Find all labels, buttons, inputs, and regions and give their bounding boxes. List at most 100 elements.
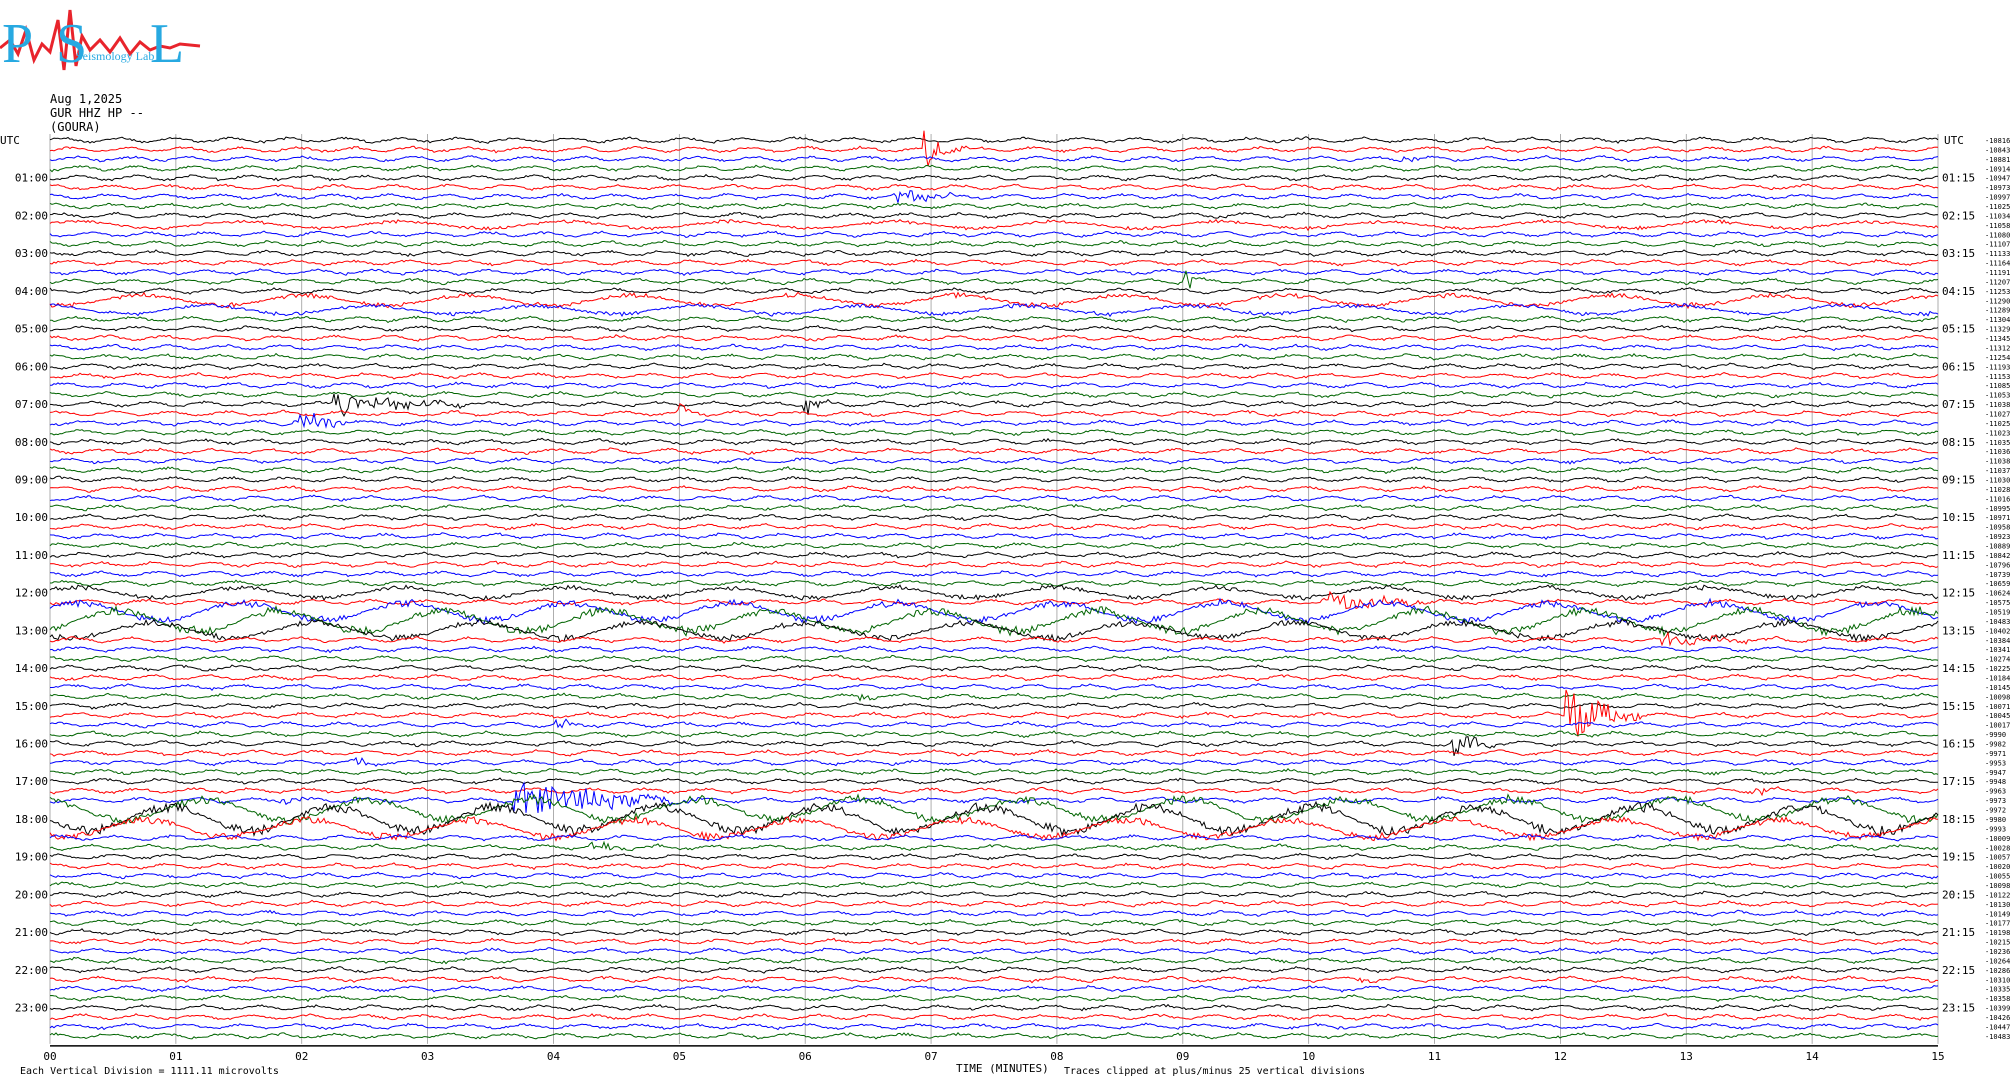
trace-offset-label: -10947 (1985, 175, 2010, 183)
seismic-trace (49, 692, 1939, 702)
trace-offset-label: -10384 (1985, 637, 2010, 645)
trace-offset-label: -11304 (1985, 316, 2010, 324)
seismic-trace (49, 522, 1939, 531)
trace-offset-label: -10816 (1985, 137, 2010, 145)
seismic-trace (49, 984, 1939, 993)
seismic-trace (49, 852, 1939, 861)
x-tick-label: 00 (43, 1050, 56, 1063)
seismic-trace (49, 334, 1939, 342)
seismic-trace (49, 268, 1939, 276)
seismic-trace (49, 664, 1939, 672)
trace-offset-label: -10842 (1985, 552, 2010, 560)
seismic-trace (49, 475, 1939, 484)
trace-offset-label: -11289 (1985, 307, 2010, 315)
x-tick-label: 14 (1806, 1050, 1820, 1063)
hour-label-left: 04:00 (15, 285, 48, 298)
trace-offset-label: -11027 (1985, 410, 2010, 418)
seismic-trace (49, 756, 1939, 767)
seismic-trace (49, 590, 1939, 610)
hour-label-left: 10:00 (15, 511, 48, 524)
seismic-trace (49, 786, 1939, 797)
x-tick-label: 02 (295, 1050, 308, 1063)
seismic-trace (49, 781, 1939, 813)
x-tick-label: 07 (924, 1050, 937, 1063)
seismic-trace (49, 975, 1939, 984)
hour-label-left: 11:00 (15, 549, 48, 562)
seismic-trace (49, 833, 1939, 842)
trace-offset-label: -10274 (1985, 656, 2010, 664)
seismic-trace (49, 173, 1939, 182)
trace-offset-label: -11107 (1985, 241, 2010, 249)
seismic-trace (49, 1022, 1939, 1031)
seismic-trace (49, 909, 1939, 918)
hour-label-left: 22:00 (15, 964, 48, 977)
trace-offset-label: -10958 (1985, 524, 2010, 532)
hour-label-right: 21:15 (1942, 926, 1975, 939)
trace-offset-label: -9963 (1985, 788, 2006, 796)
trace-offset-label: -11080 (1985, 231, 2010, 239)
hour-label-left: 23:00 (15, 1002, 48, 1015)
seismic-trace (49, 315, 1939, 324)
trace-offset-label: -11036 (1985, 448, 2010, 456)
hour-label-right: 03:15 (1942, 247, 1975, 260)
hour-label-left: 17:00 (15, 775, 48, 788)
seismic-trace (49, 239, 1939, 248)
trace-offset-label: -10843 (1985, 146, 2010, 154)
hour-label-left: 16:00 (15, 738, 48, 751)
trace-offset-label: -9980 (1985, 816, 2006, 824)
seismic-trace (49, 136, 1939, 144)
seismic-trace (50, 890, 1939, 899)
seismic-trace (49, 937, 1939, 946)
x-tick-label: 01 (169, 1050, 182, 1063)
seismic-trace (49, 570, 1939, 578)
seismic-trace (49, 701, 1939, 710)
trace-offset-label: -10923 (1985, 533, 2010, 541)
trace-offset-label: -11345 (1985, 335, 2010, 343)
seismic-trace (49, 965, 1939, 974)
trace-offset-label: -11085 (1985, 382, 2010, 390)
trace-offset-label: -10055 (1985, 873, 2010, 881)
x-tick-label: 11 (1428, 1050, 1441, 1063)
seismic-trace (49, 749, 1939, 757)
trace-offset-label: -10098 (1985, 882, 2010, 890)
hour-label-left: 01:00 (15, 172, 48, 185)
seismic-trace (49, 994, 1939, 1003)
hour-label-right: 19:15 (1942, 851, 1975, 864)
seismic-trace (50, 683, 1939, 691)
hour-label-left: 03:00 (15, 247, 48, 260)
trace-offset-label: -10149 (1985, 910, 2010, 918)
seismic-trace (49, 800, 1939, 838)
trace-offset-label: -11025 (1985, 420, 2010, 428)
x-tick-label: 09 (1176, 1050, 1189, 1063)
trace-offset-label: -11164 (1985, 260, 2010, 268)
trace-offset-label: -10177 (1985, 920, 2010, 928)
seismic-trace (49, 541, 1939, 550)
seismic-trace (49, 218, 1939, 232)
hour-label-left: 20:00 (15, 888, 48, 901)
hour-label-right: 22:15 (1942, 964, 1975, 977)
seismic-trace (49, 249, 1939, 258)
hour-label-right: 04:15 (1942, 285, 1975, 298)
hour-label-left: 02:00 (15, 209, 48, 222)
seismic-trace (49, 270, 1939, 289)
seismic-trace (49, 560, 1939, 569)
trace-offset-label: -11035 (1985, 439, 2010, 447)
trace-offset-label: -10184 (1985, 675, 2010, 683)
seismic-trace (49, 513, 1939, 522)
trace-offset-label: -11038 (1985, 401, 2010, 409)
seismic-trace (49, 302, 1939, 318)
hour-label-left: 12:00 (15, 587, 48, 600)
hour-label-right: 23:15 (1942, 1002, 1975, 1015)
trace-offset-label: -10310 (1985, 976, 2010, 984)
seismic-trace (49, 654, 1939, 663)
trace-offset-label: -10995 (1985, 505, 2010, 513)
seismic-trace (49, 730, 1939, 739)
hour-label-right: 01:15 (1942, 172, 1975, 185)
hour-label-left: 13:00 (15, 624, 48, 637)
trace-offset-label: -10971 (1985, 514, 2010, 522)
seismic-trace (49, 956, 1939, 965)
hour-label-right: 09:15 (1942, 473, 1975, 486)
seismic-trace (50, 768, 1939, 776)
seismic-trace (49, 437, 1939, 446)
seismic-trace (49, 466, 1939, 475)
